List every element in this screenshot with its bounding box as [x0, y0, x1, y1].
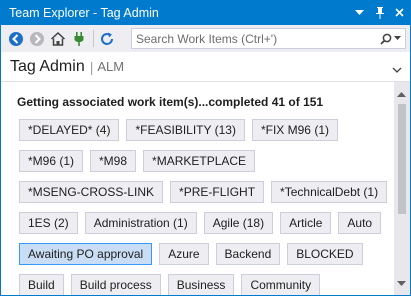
tag-item[interactable]: *MSENG-CROSS-LINK — [19, 181, 164, 203]
search-icon — [379, 33, 391, 45]
tag-item[interactable]: BLOCKED — [287, 243, 363, 265]
tag-item[interactable]: Backend — [215, 243, 281, 265]
tag-item[interactable]: *FEASIBILITY (13) — [126, 119, 245, 141]
tag-item[interactable]: *FIX M96 (1) — [251, 119, 338, 141]
tag-item[interactable]: Administration (1) — [84, 212, 197, 234]
title-bar: Team Explorer - Tag Admin — [0, 0, 411, 25]
tag-item[interactable]: Build process — [70, 274, 161, 295]
tag-item[interactable]: *M96 (1) — [19, 150, 84, 172]
search-input[interactable] — [132, 29, 375, 48]
tag-list: *DELAYED* (4) *FEASIBILITY (13) *FIX M96 (… — [19, 119, 391, 295]
refresh-icon[interactable] — [98, 30, 116, 48]
page-header: Tag Admin | ALM — [1, 52, 410, 82]
scroll-down-icon[interactable] — [397, 276, 406, 290]
tag-item[interactable]: Agile (18) — [203, 212, 274, 234]
status-text: Getting associated work item(s)...comple… — [17, 95, 324, 109]
toolbar-separator — [93, 30, 94, 47]
tag-item[interactable]: *M98 — [90, 150, 137, 172]
tag-item[interactable]: Auto — [338, 212, 382, 234]
tag-item[interactable]: Business — [167, 274, 235, 295]
tag-item[interactable]: Build — [19, 274, 64, 295]
dropdown-icon[interactable] — [351, 4, 368, 21]
title-separator: | — [89, 58, 94, 75]
tag-item[interactable]: Awaiting PO approval — [19, 243, 153, 265]
toolbar — [1, 25, 410, 52]
tool-window: Tag Admin | ALM Getting associated work … — [0, 25, 411, 296]
chevron-down-icon — [393, 36, 401, 40]
chevron-down-icon[interactable] — [392, 62, 402, 73]
search-box — [131, 28, 406, 49]
tag-item[interactable]: *MARKETPLACE — [143, 150, 256, 172]
project-name[interactable]: ALM — [97, 59, 124, 74]
back-icon[interactable] — [7, 30, 25, 48]
tag-item[interactable]: *TechnicalDebt (1) — [271, 181, 388, 203]
tag-item[interactable]: *PRE-FLIGHT — [170, 181, 265, 203]
scroll-up-icon[interactable] — [397, 87, 406, 101]
page-title: Tag Admin — [10, 57, 85, 75]
window-title: Team Explorer - Tag Admin — [9, 5, 159, 20]
search-button[interactable] — [375, 29, 405, 48]
tag-item[interactable]: Article — [280, 212, 332, 234]
pin-icon[interactable] — [371, 4, 388, 21]
scrollbar-thumb[interactable] — [398, 104, 406, 214]
tag-item[interactable]: Azure — [159, 243, 209, 265]
tag-admin-content: Getting associated work item(s)...comple… — [1, 83, 394, 295]
tag-item[interactable]: 1ES (2) — [19, 212, 78, 234]
vertical-scrollbar[interactable] — [394, 82, 410, 295]
close-icon[interactable] — [391, 4, 408, 21]
home-icon[interactable] — [49, 30, 67, 48]
plug-icon[interactable] — [70, 30, 88, 48]
tag-item[interactable]: Community — [241, 274, 321, 295]
tag-item[interactable]: *DELAYED* (4) — [19, 119, 120, 141]
forward-icon[interactable] — [28, 30, 46, 48]
